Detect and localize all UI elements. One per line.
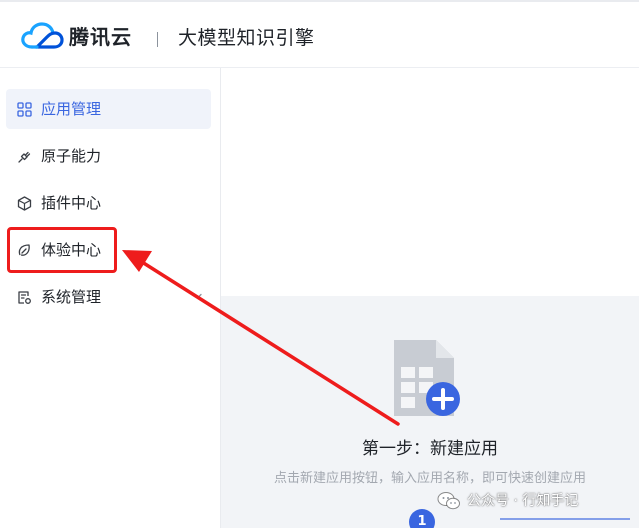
watermark-text: 公众号 · 行知手记 <box>467 493 579 509</box>
content-top-area <box>221 68 639 296</box>
step-number-badge: 1 <box>409 509 435 528</box>
header-divider <box>157 32 158 47</box>
brand-name[interactable]: 腾讯云 <box>69 24 132 50</box>
grid-icon <box>17 102 32 117</box>
tencent-cloud-logo-icon[interactable] <box>20 21 64 51</box>
sidebar-item-label: 应用管理 <box>41 100 102 118</box>
plug-icon <box>18 151 31 163</box>
progress-line <box>500 518 630 520</box>
cube-icon <box>17 196 32 211</box>
empty-state-description: 点击新建应用按钮，输入应用名称，即可快速创建应用 <box>273 471 586 486</box>
settings-doc-icon <box>18 291 31 304</box>
sidebar-nav: 应用管理 原子能力 插件中心 体验中心 系统管理 <box>0 68 221 528</box>
wechat-icon <box>437 492 460 510</box>
product-title: 大模型知识引擎 <box>178 27 315 49</box>
watermark: 公众号 · 行知手记 <box>437 490 627 512</box>
sidebar-item-plugin-center[interactable]: 插件中心 <box>6 183 211 223</box>
top-header: 腾讯云 大模型知识引擎 <box>0 0 639 68</box>
annotation-highlight-box <box>7 227 117 273</box>
empty-state-title: 第一步：新建应用 <box>362 439 498 459</box>
sidebar-item-system-management[interactable]: 系统管理 <box>6 277 211 317</box>
sidebar-item-app-management[interactable]: 应用管理 <box>6 89 211 129</box>
sidebar-item-label: 插件中心 <box>41 194 102 212</box>
sidebar-item-label: 系统管理 <box>41 288 102 306</box>
sidebar-item-atomic-abilities[interactable]: 原子能力 <box>6 136 211 176</box>
new-doc-icon <box>394 340 460 416</box>
page: 腾讯云 大模型知识引擎 应用管理 原子能力 插件中心 体验中心 系统管理 第一步… <box>0 0 639 528</box>
sidebar-item-label: 原子能力 <box>41 147 102 165</box>
chevron-down-icon[interactable] <box>193 291 203 301</box>
